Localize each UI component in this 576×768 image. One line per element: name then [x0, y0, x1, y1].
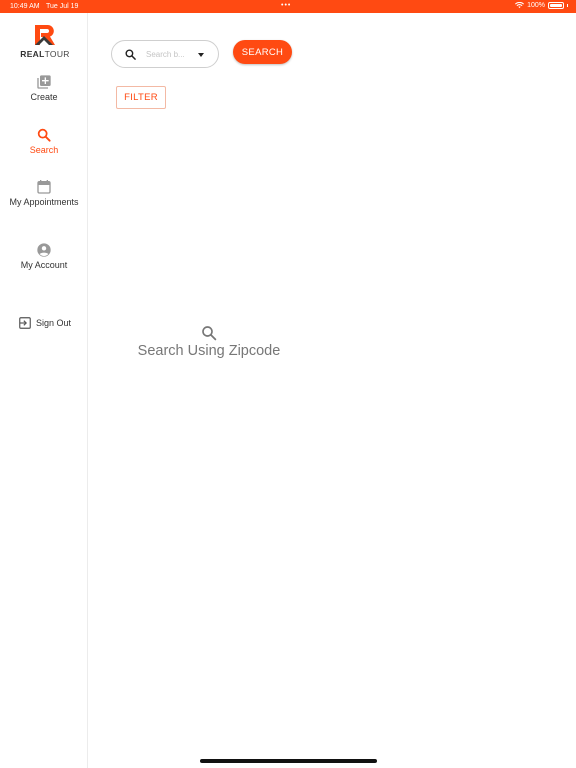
home-indicator[interactable]	[200, 759, 377, 763]
search-button[interactable]: SEARCH	[233, 40, 292, 64]
status-date: Tue Jul 19	[46, 3, 79, 10]
sidebar-item-search[interactable]: Search	[0, 127, 88, 156]
status-time: 10:49 AM	[10, 3, 40, 10]
search-icon	[202, 326, 217, 341]
account-circle-icon	[37, 243, 51, 257]
filter-button[interactable]: FILTER	[116, 86, 166, 109]
calendar-icon	[37, 180, 51, 194]
dropdown-caret-icon[interactable]	[198, 53, 204, 57]
sidebar-item-appointments[interactable]: My Appointments	[0, 179, 88, 208]
sign-out-label: Sign Out	[36, 318, 72, 328]
search-icon	[37, 128, 51, 142]
sign-out-icon	[19, 317, 31, 329]
status-right: 100%	[515, 2, 568, 9]
logo-text-bold: REAL	[20, 49, 45, 59]
multitask-dots[interactable]: •••	[281, 2, 291, 9]
realtour-logo: REALTOUR	[18, 23, 72, 63]
logo-text: REALTOUR	[18, 49, 72, 59]
sidebar-item-label: My Appointments	[9, 197, 79, 207]
status-bar: 10:49 AM Tue Jul 19 ••• 100%	[0, 0, 576, 13]
sidebar-item-label: Create	[30, 92, 58, 102]
battery-icon	[548, 2, 564, 9]
empty-state: Search Using Zipcode	[120, 324, 298, 359]
battery-tip	[567, 4, 568, 7]
logo-text-light: TOUR	[44, 49, 70, 59]
sidebar: REALTOUR Create Search My Appointments M…	[0, 13, 88, 768]
search-input[interactable]	[146, 48, 190, 61]
search-icon	[125, 49, 136, 60]
empty-state-message: Search Using Zipcode	[137, 343, 281, 359]
add-box-icon	[37, 75, 51, 89]
wifi-icon	[515, 2, 525, 9]
sidebar-item-label: My Account	[20, 260, 68, 270]
sidebar-item-label: Search	[29, 145, 59, 155]
sign-out-button[interactable]: Sign Out	[18, 316, 71, 330]
battery-percent: 100%	[527, 2, 545, 9]
search-field-container[interactable]	[111, 40, 219, 68]
sidebar-item-create[interactable]: Create	[0, 74, 88, 103]
realtour-logo-icon	[35, 25, 55, 45]
sidebar-item-account[interactable]: My Account	[0, 242, 88, 271]
